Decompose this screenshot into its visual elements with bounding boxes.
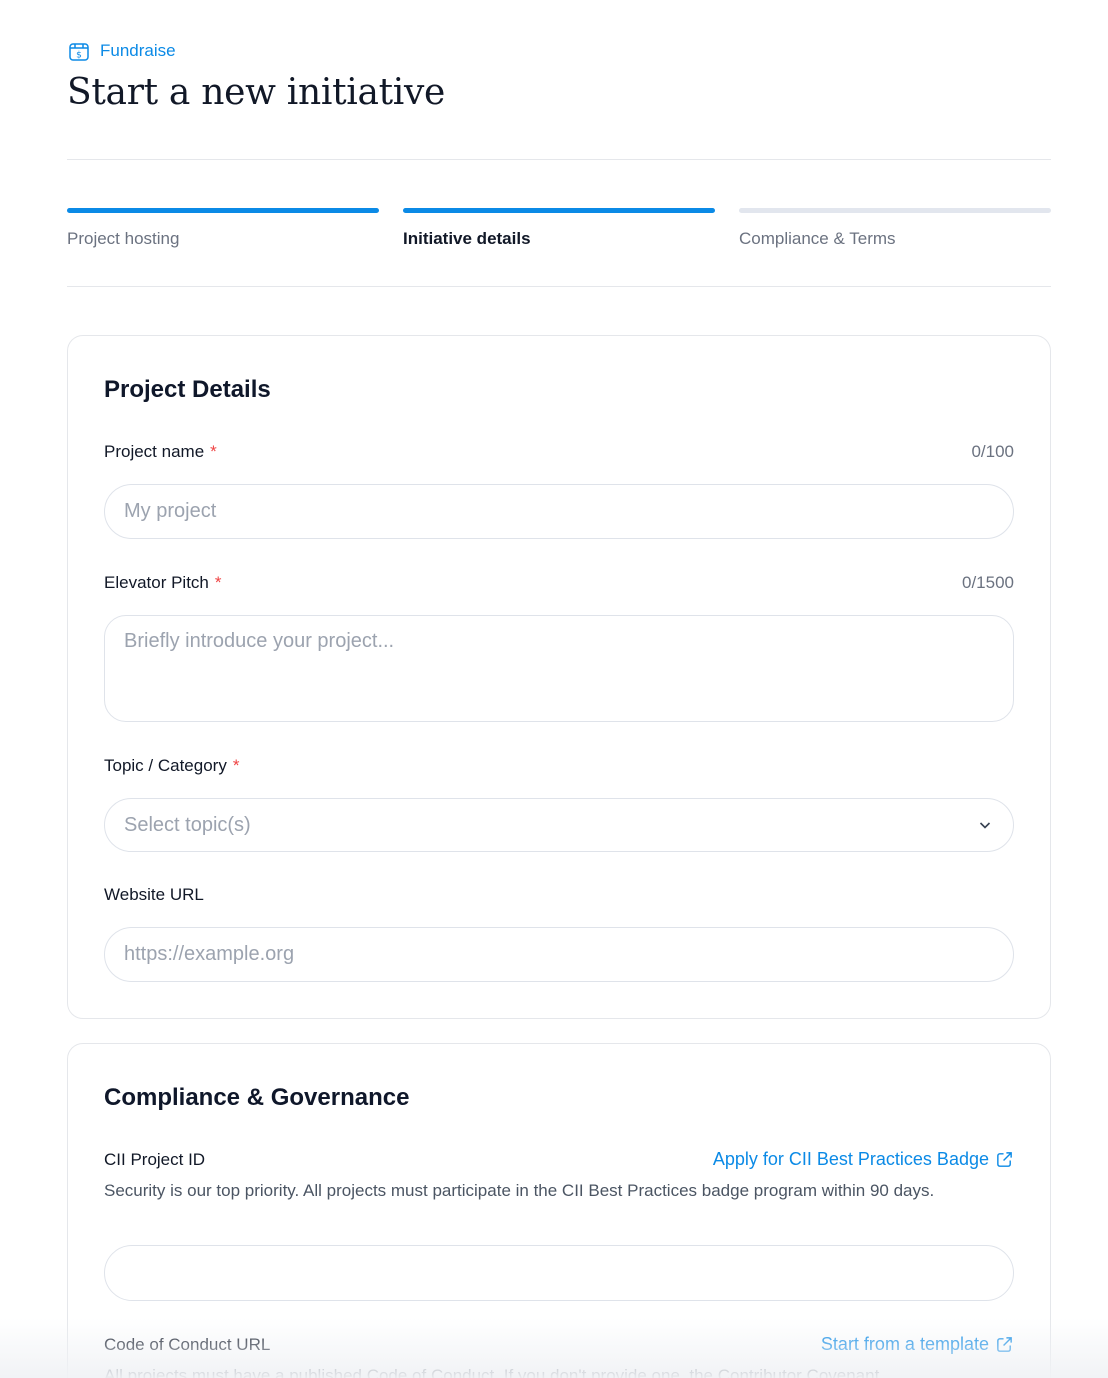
placeholder-text: Select topic(s) (124, 813, 251, 836)
step-label: Project hosting (67, 229, 180, 248)
label-text: Website URL (104, 885, 204, 904)
page-title: Start a new initiative (67, 72, 446, 113)
project-name-input[interactable]: My project (104, 484, 1014, 539)
stepper: Project hosting Initiative details Compl… (67, 208, 1051, 249)
character-counter: 0/100 (971, 442, 1014, 461)
fundraise-box-icon: $ (67, 39, 90, 62)
breadcrumb-label[interactable]: Fundraise (100, 41, 176, 61)
website-url-input[interactable]: https://example.org (104, 927, 1014, 982)
external-link-icon (997, 1337, 1012, 1352)
step-progress-bar (403, 208, 715, 213)
website-url-label: Website URL (104, 885, 204, 905)
step-label: Compliance & Terms (739, 229, 896, 248)
project-details-card: Project Details Project name * 0/100 My p… (67, 335, 1051, 1019)
topic-select[interactable]: Select topic(s) (104, 798, 1014, 852)
divider (67, 159, 1051, 160)
section-title: Project Details (104, 376, 271, 403)
compliance-governance-card: Compliance & Governance CII Project ID A… (67, 1043, 1051, 1378)
placeholder-text: Briefly introduce your project... (124, 630, 395, 652)
step-project-hosting[interactable]: Project hosting (67, 208, 379, 249)
step-initiative-details[interactable]: Initiative details (403, 208, 715, 249)
elevator-pitch-label: Elevator Pitch * (104, 573, 222, 593)
cii-project-id-label: CII Project ID (104, 1150, 206, 1169)
step-label: Initiative details (403, 229, 531, 248)
topic-category-label: Topic / Category * (104, 756, 239, 776)
external-link-icon (997, 1152, 1012, 1167)
placeholder-text: https://example.org (124, 943, 295, 965)
elevator-pitch-textarea[interactable]: Briefly introduce your project... (104, 615, 1014, 722)
label-text: Elevator Pitch (104, 573, 209, 592)
project-name-label: Project name * (104, 442, 217, 462)
step-progress-bar (67, 208, 379, 213)
cii-help-text: Security is our top priority. All projec… (104, 1181, 935, 1200)
step-compliance-terms[interactable]: Compliance & Terms (739, 208, 1051, 249)
label-text: Topic / Category (104, 756, 227, 775)
label-text: Project name (104, 442, 205, 461)
divider (67, 286, 1051, 287)
apply-cii-badge-link[interactable]: Apply for CII Best Practices Badge (713, 1149, 1014, 1170)
coc-help-text: All projects must have a published Code … (104, 1366, 880, 1378)
required-marker: * (210, 442, 217, 461)
required-marker: * (214, 573, 222, 592)
breadcrumb[interactable]: $ Fundraise (67, 39, 176, 62)
link-text[interactable]: Apply for CII Best Practices Badge (713, 1149, 989, 1170)
required-marker: * (232, 756, 240, 775)
chevron-down-icon (979, 822, 991, 829)
link-text[interactable]: Start from a template (821, 1334, 989, 1355)
step-progress-bar (739, 208, 1051, 213)
start-from-template-link[interactable]: Start from a template (821, 1334, 1014, 1355)
svg-text:$: $ (76, 50, 82, 60)
code-of-conduct-label: Code of Conduct URL (104, 1335, 271, 1354)
character-counter: 0/1500 (962, 573, 1014, 592)
section-title: Compliance & Governance (104, 1084, 410, 1111)
placeholder-text: My project (124, 500, 217, 522)
cii-project-id-input[interactable] (104, 1245, 1014, 1301)
